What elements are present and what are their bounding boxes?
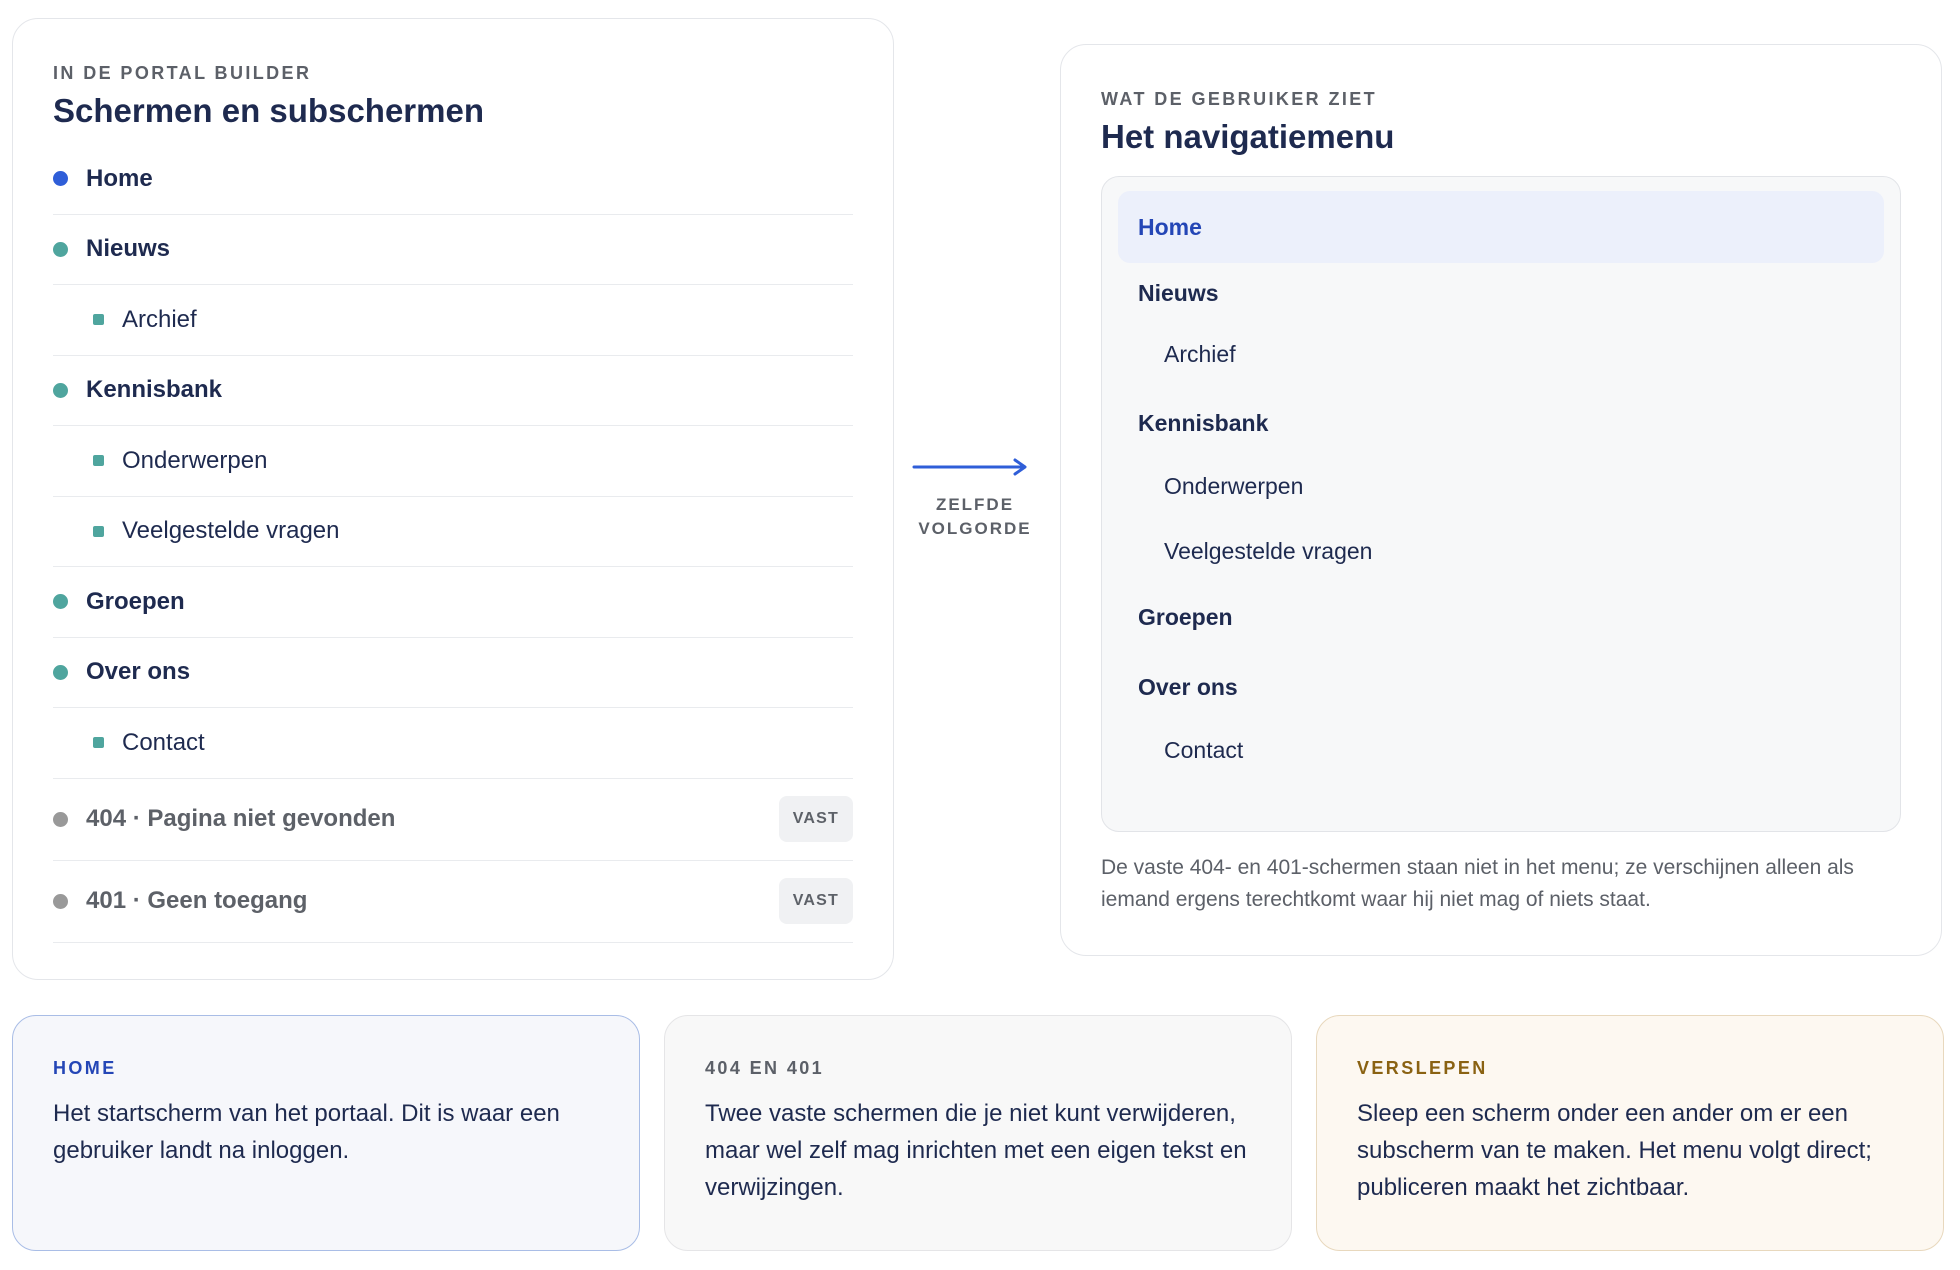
subscreen-row[interactable]: Archief <box>53 285 853 356</box>
info-drag-eyebrow: VERSLEPEN <box>1357 1058 1488 1078</box>
fixed-badge: VAST <box>778 796 853 842</box>
subscreen-row[interactable]: Contact <box>53 708 853 779</box>
flow-caption: ZELFDE VOLGORDE <box>910 493 1040 541</box>
menu-item[interactable]: Home <box>1118 191 1884 263</box>
screen-row[interactable]: Home <box>53 144 853 215</box>
menu-item[interactable]: Nieuws <box>1118 263 1884 323</box>
menu-subitem[interactable]: Contact <box>1118 725 1884 775</box>
user-view-panel: WAT DE GEBRUIKER ZIET Het navigatiemenu … <box>1060 44 1942 956</box>
fixed-screen-row[interactable]: 404 · Pagina niet gevonden VAST <box>53 779 853 861</box>
screen-dot-icon <box>53 594 68 610</box>
screen-label: Contact <box>122 728 205 756</box>
screen-dot-icon <box>53 664 68 680</box>
screen-row[interactable]: Kennisbank <box>53 356 853 426</box>
subscreen-square-icon <box>93 525 104 537</box>
subscreen-row[interactable]: Veelgestelde vragen <box>53 497 853 567</box>
screen-label: Nieuws <box>86 235 171 263</box>
menu-subitem[interactable]: Archief <box>1118 329 1884 379</box>
screen-row[interactable]: Groepen <box>53 567 853 638</box>
fixed-screen-row[interactable]: 401 · Geen toegang VAST <box>53 861 853 943</box>
flow-caption-line2: VOLGORDE <box>918 519 1032 538</box>
info-drag-body: Sleep een scherm onder een ander om er e… <box>1357 1100 1872 1201</box>
info-card-errors: 404 EN 401 Twee vaste schermen die je ni… <box>664 1015 1292 1251</box>
screen-row[interactable]: Nieuws <box>53 215 853 285</box>
fixed-screen-label: 404 · Pagina niet gevonden <box>86 805 396 832</box>
info-errors-eyebrow: 404 EN 401 <box>705 1058 825 1078</box>
screen-label: Groepen <box>86 587 185 615</box>
user-view-eyebrow: WAT DE GEBRUIKER ZIET <box>1101 89 1378 109</box>
builder-eyebrow: IN DE PORTAL BUILDER <box>53 63 312 83</box>
subscreen-square-icon <box>93 737 104 749</box>
fixed-screens-note: De vaste 404- en 401-schermen staan niet… <box>1101 856 1854 911</box>
screen-dot-icon <box>53 382 68 398</box>
screen-label: Kennisbank <box>86 376 223 404</box>
fixed-screen-dot-icon <box>53 811 68 827</box>
subscreen-row[interactable]: Onderwerpen <box>53 426 853 497</box>
builder-panel: IN DE PORTAL BUILDER Schermen en subsche… <box>12 18 894 980</box>
menu-subitem[interactable]: Veelgestelde vragen <box>1118 523 1884 579</box>
info-card-drag: VERSLEPEN Sleep een scherm onder een and… <box>1316 1015 1944 1251</box>
info-errors-body: Twee vaste schermen die je niet kunt ver… <box>705 1100 1247 1201</box>
user-view-title: Het navigatiemenu <box>1101 118 1395 155</box>
info-card-home: HOME Het startscherm van het portaal. Di… <box>12 1015 640 1251</box>
builder-title: Schermen en subschermen <box>53 92 484 129</box>
flow-caption-line1: ZELFDE <box>935 495 1015 514</box>
screen-row[interactable]: Over ons <box>53 638 853 708</box>
screen-dot-icon <box>53 241 68 257</box>
screen-dot-icon <box>53 171 68 187</box>
menu-item[interactable]: Kennisbank <box>1118 395 1884 451</box>
screen-label: Home <box>86 164 153 192</box>
menu-item[interactable]: Groepen <box>1118 589 1884 645</box>
screen-label: Archief <box>122 305 197 333</box>
fixed-screen-dot-icon <box>53 893 68 909</box>
subscreen-square-icon <box>93 455 104 467</box>
navigation-menu-preview: Home Nieuws Archief Kennisbank Onderwerpen Ve… <box>1101 176 1901 832</box>
fixed-badge: VAST <box>778 878 853 924</box>
menu-subitem[interactable]: Onderwerpen <box>1118 461 1884 511</box>
screen-list: Home Nieuws Archief Kennisbank Onderwerpen Ve… <box>53 144 853 943</box>
fixed-screen-label: 401 · Geen toegang <box>86 887 308 914</box>
flow-indicator: ZELFDE VOLGORDE <box>910 455 1040 545</box>
info-home-body: Het startscherm van het portaal. Dit is … <box>53 1100 560 1164</box>
info-home-eyebrow: HOME <box>53 1058 117 1078</box>
screen-label: Onderwerpen <box>122 446 268 474</box>
screen-label: Veelgestelde vragen <box>122 517 340 545</box>
menu-item[interactable]: Over ons <box>1118 659 1884 715</box>
arrow-right-icon <box>912 458 1027 476</box>
subscreen-square-icon <box>93 314 104 326</box>
screen-label: Over ons <box>86 658 191 686</box>
